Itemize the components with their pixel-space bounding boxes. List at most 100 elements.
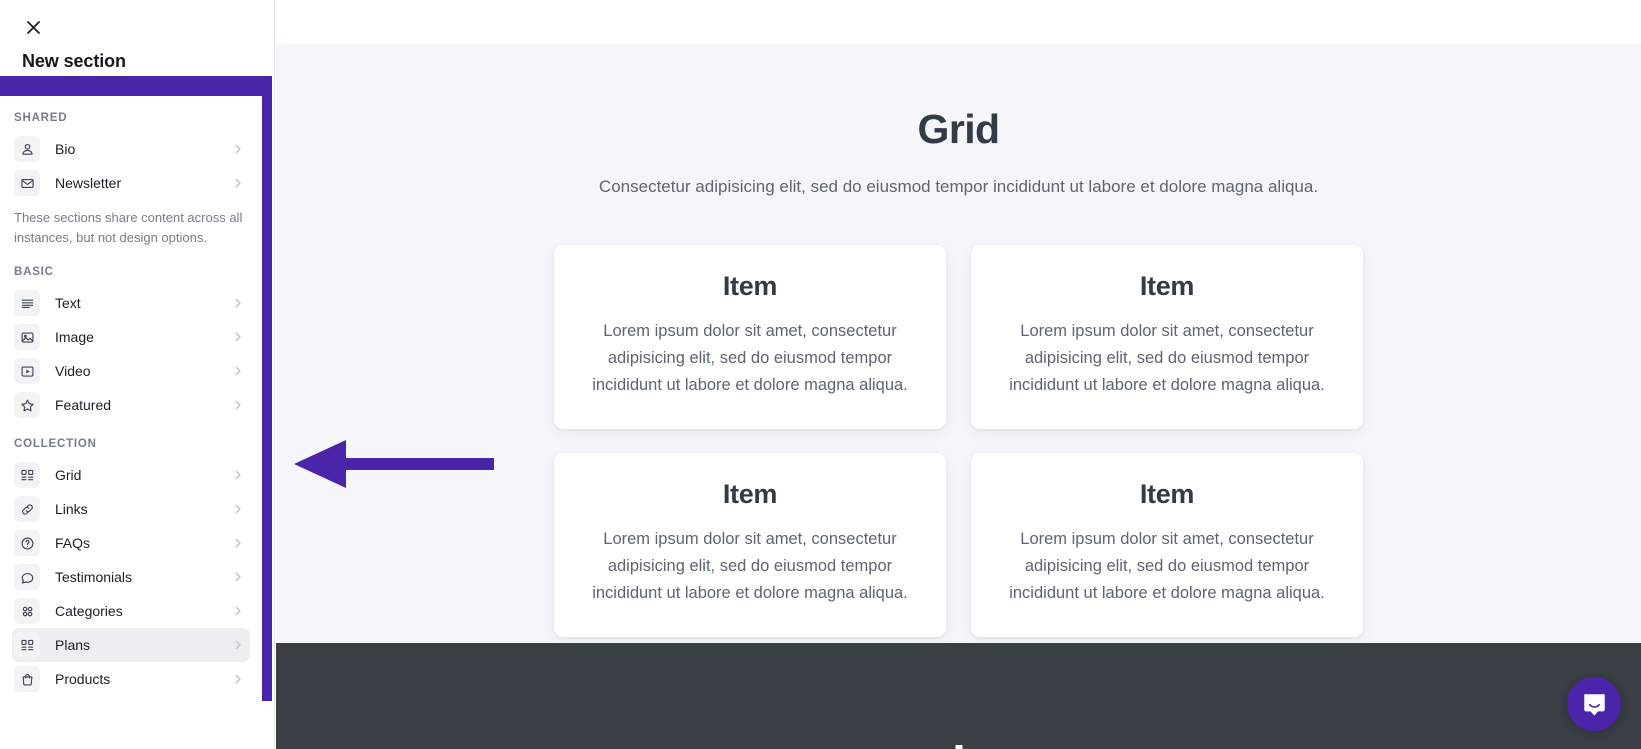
section-type-label: Testimonials (55, 569, 133, 585)
chevron-right-icon (235, 606, 241, 616)
preview-content: Grid Consectetur adipisicing elit, sed d… (276, 44, 1641, 643)
grid-item-card[interactable]: Item Lorem ipsum dolor sit amet, consecte… (554, 245, 946, 429)
grid-list-icon (20, 639, 33, 650)
section-type-item-newsletter[interactable]: Newsletter (12, 166, 250, 200)
preview-top-bar (276, 0, 1641, 44)
star-icon (14, 392, 40, 418)
section-type-item-testimonials[interactable]: Testimonials (12, 560, 250, 594)
chevron-right-icon (235, 400, 241, 410)
group-label-basic: BASIC (14, 266, 54, 278)
chevron-right-icon (232, 571, 244, 583)
grid-item-title: Item (1139, 479, 1195, 509)
section-type-item-video[interactable]: Video (12, 354, 250, 388)
group-label-collection: COLLECTION (14, 438, 97, 450)
chevron-right-icon (232, 297, 244, 309)
grid-item-text: Lorem ipsum dolor sit amet, consectetur … (592, 530, 908, 602)
section-type-item-products[interactable]: Products (12, 662, 250, 696)
footer-mark (955, 745, 962, 749)
four-dots-icon (22, 606, 32, 616)
chevron-right-icon (235, 674, 241, 684)
chevron-right-icon (235, 538, 241, 548)
chevron-right-icon (232, 639, 244, 651)
speech-bubble-icon (14, 564, 40, 590)
chevron-right-icon (232, 331, 244, 343)
grid-item-card[interactable]: Item Lorem ipsum dolor sit amet, consecte… (971, 245, 1363, 429)
chevron-right-icon (232, 365, 244, 377)
grid-item-card[interactable]: Item Lorem ipsum dolor sit amet, consecte… (554, 453, 946, 637)
text-lines-icon (14, 290, 40, 316)
section-type-label: Newsletter (55, 175, 122, 191)
grid-list-icon (14, 462, 40, 488)
site-preview: Grid Consectetur adipisicing elit, sed d… (276, 0, 1641, 749)
question-circle-icon (21, 537, 33, 549)
close-icon[interactable] (20, 14, 46, 40)
chevron-right-icon (232, 143, 244, 155)
section-type-item-faqs[interactable]: FAQs (12, 526, 250, 560)
grid-items: Item Lorem ipsum dolor sit amet, consecte… (276, 245, 1641, 637)
video-play-icon (14, 358, 40, 384)
four-dots-icon (14, 598, 40, 624)
section-type-item-plans[interactable]: Plans (12, 628, 250, 662)
page-title: New section (22, 51, 126, 71)
chevron-right-icon (232, 537, 244, 549)
section-type-item-links[interactable]: Links (12, 492, 250, 526)
text-lines-icon (21, 299, 33, 308)
section-subheading: Consectetur adipisicing elit, sed do eiu… (598, 177, 1319, 196)
section-heading: Grid (917, 106, 1000, 152)
group-note: These sections share content across all … (14, 210, 243, 245)
section-type-item-grid[interactable]: Grid (12, 458, 250, 492)
section-type-item-categories[interactable]: Categories (12, 594, 250, 628)
chevron-right-icon (232, 673, 244, 685)
grid-item-card[interactable]: Item Lorem ipsum dolor sit amet, consecte… (971, 453, 1363, 637)
chevron-right-icon (235, 366, 241, 376)
section-type-label: Featured (55, 397, 112, 413)
person-icon (21, 143, 33, 155)
chevron-right-icon (235, 470, 241, 480)
speech-bubble-icon (21, 572, 33, 583)
envelope-icon (14, 170, 40, 196)
grid-item-title: Item (722, 479, 778, 509)
section-type-label: Text (55, 295, 81, 311)
link-chain-icon (14, 496, 40, 522)
grid-item-title: Item (1139, 271, 1195, 301)
intercom-launcher-button[interactable] (1567, 677, 1621, 731)
messenger-bubble-icon (1583, 693, 1605, 716)
group-label-shared: SHARED (14, 112, 68, 124)
section-type-item-image[interactable]: Image (12, 320, 250, 354)
question-circle-icon (14, 530, 40, 556)
grid-item-text: Lorem ipsum dolor sit amet, consectetur … (1009, 530, 1325, 602)
video-play-icon (21, 365, 33, 377)
chevron-right-icon (235, 178, 241, 188)
chevron-right-icon (235, 572, 241, 582)
chevron-right-icon (235, 640, 241, 650)
highlight-annotation-border: SHARED Bio Newsletter These sections share … (0, 76, 272, 701)
preview-footer (276, 643, 1641, 749)
chevron-right-icon (232, 605, 244, 617)
section-type-label: Image (55, 329, 94, 345)
section-type-label: Bio (55, 141, 76, 157)
section-type-label: Plans (55, 637, 91, 653)
section-type-item-text[interactable]: Text (12, 286, 250, 320)
section-type-label: Products (55, 671, 111, 687)
envelope-icon (20, 178, 34, 188)
image-icon (14, 324, 40, 350)
chevron-right-icon (232, 177, 244, 189)
chevron-right-icon (235, 144, 241, 154)
section-type-item-bio[interactable]: Bio (12, 132, 250, 166)
section-type-label: Video (55, 363, 91, 379)
chevron-right-icon (235, 298, 241, 308)
section-type-list: SHARED Bio Newsletter These sections share … (0, 96, 262, 701)
person-icon (14, 136, 40, 162)
grid-list-icon (20, 469, 33, 480)
panel-header: New section (0, 0, 274, 72)
chevron-right-icon (232, 469, 244, 481)
grid-list-icon (14, 632, 40, 658)
chevron-right-icon (232, 503, 244, 515)
section-type-label: Grid (55, 467, 82, 483)
bag-icon (22, 673, 32, 685)
bag-icon (14, 666, 40, 692)
chevron-right-icon (232, 399, 244, 411)
grid-item-title: Item (722, 271, 778, 301)
section-picker-screen: New section SHARED Bio Newsletter These sec… (0, 0, 1641, 749)
section-type-item-featured[interactable]: Featured (12, 388, 250, 422)
